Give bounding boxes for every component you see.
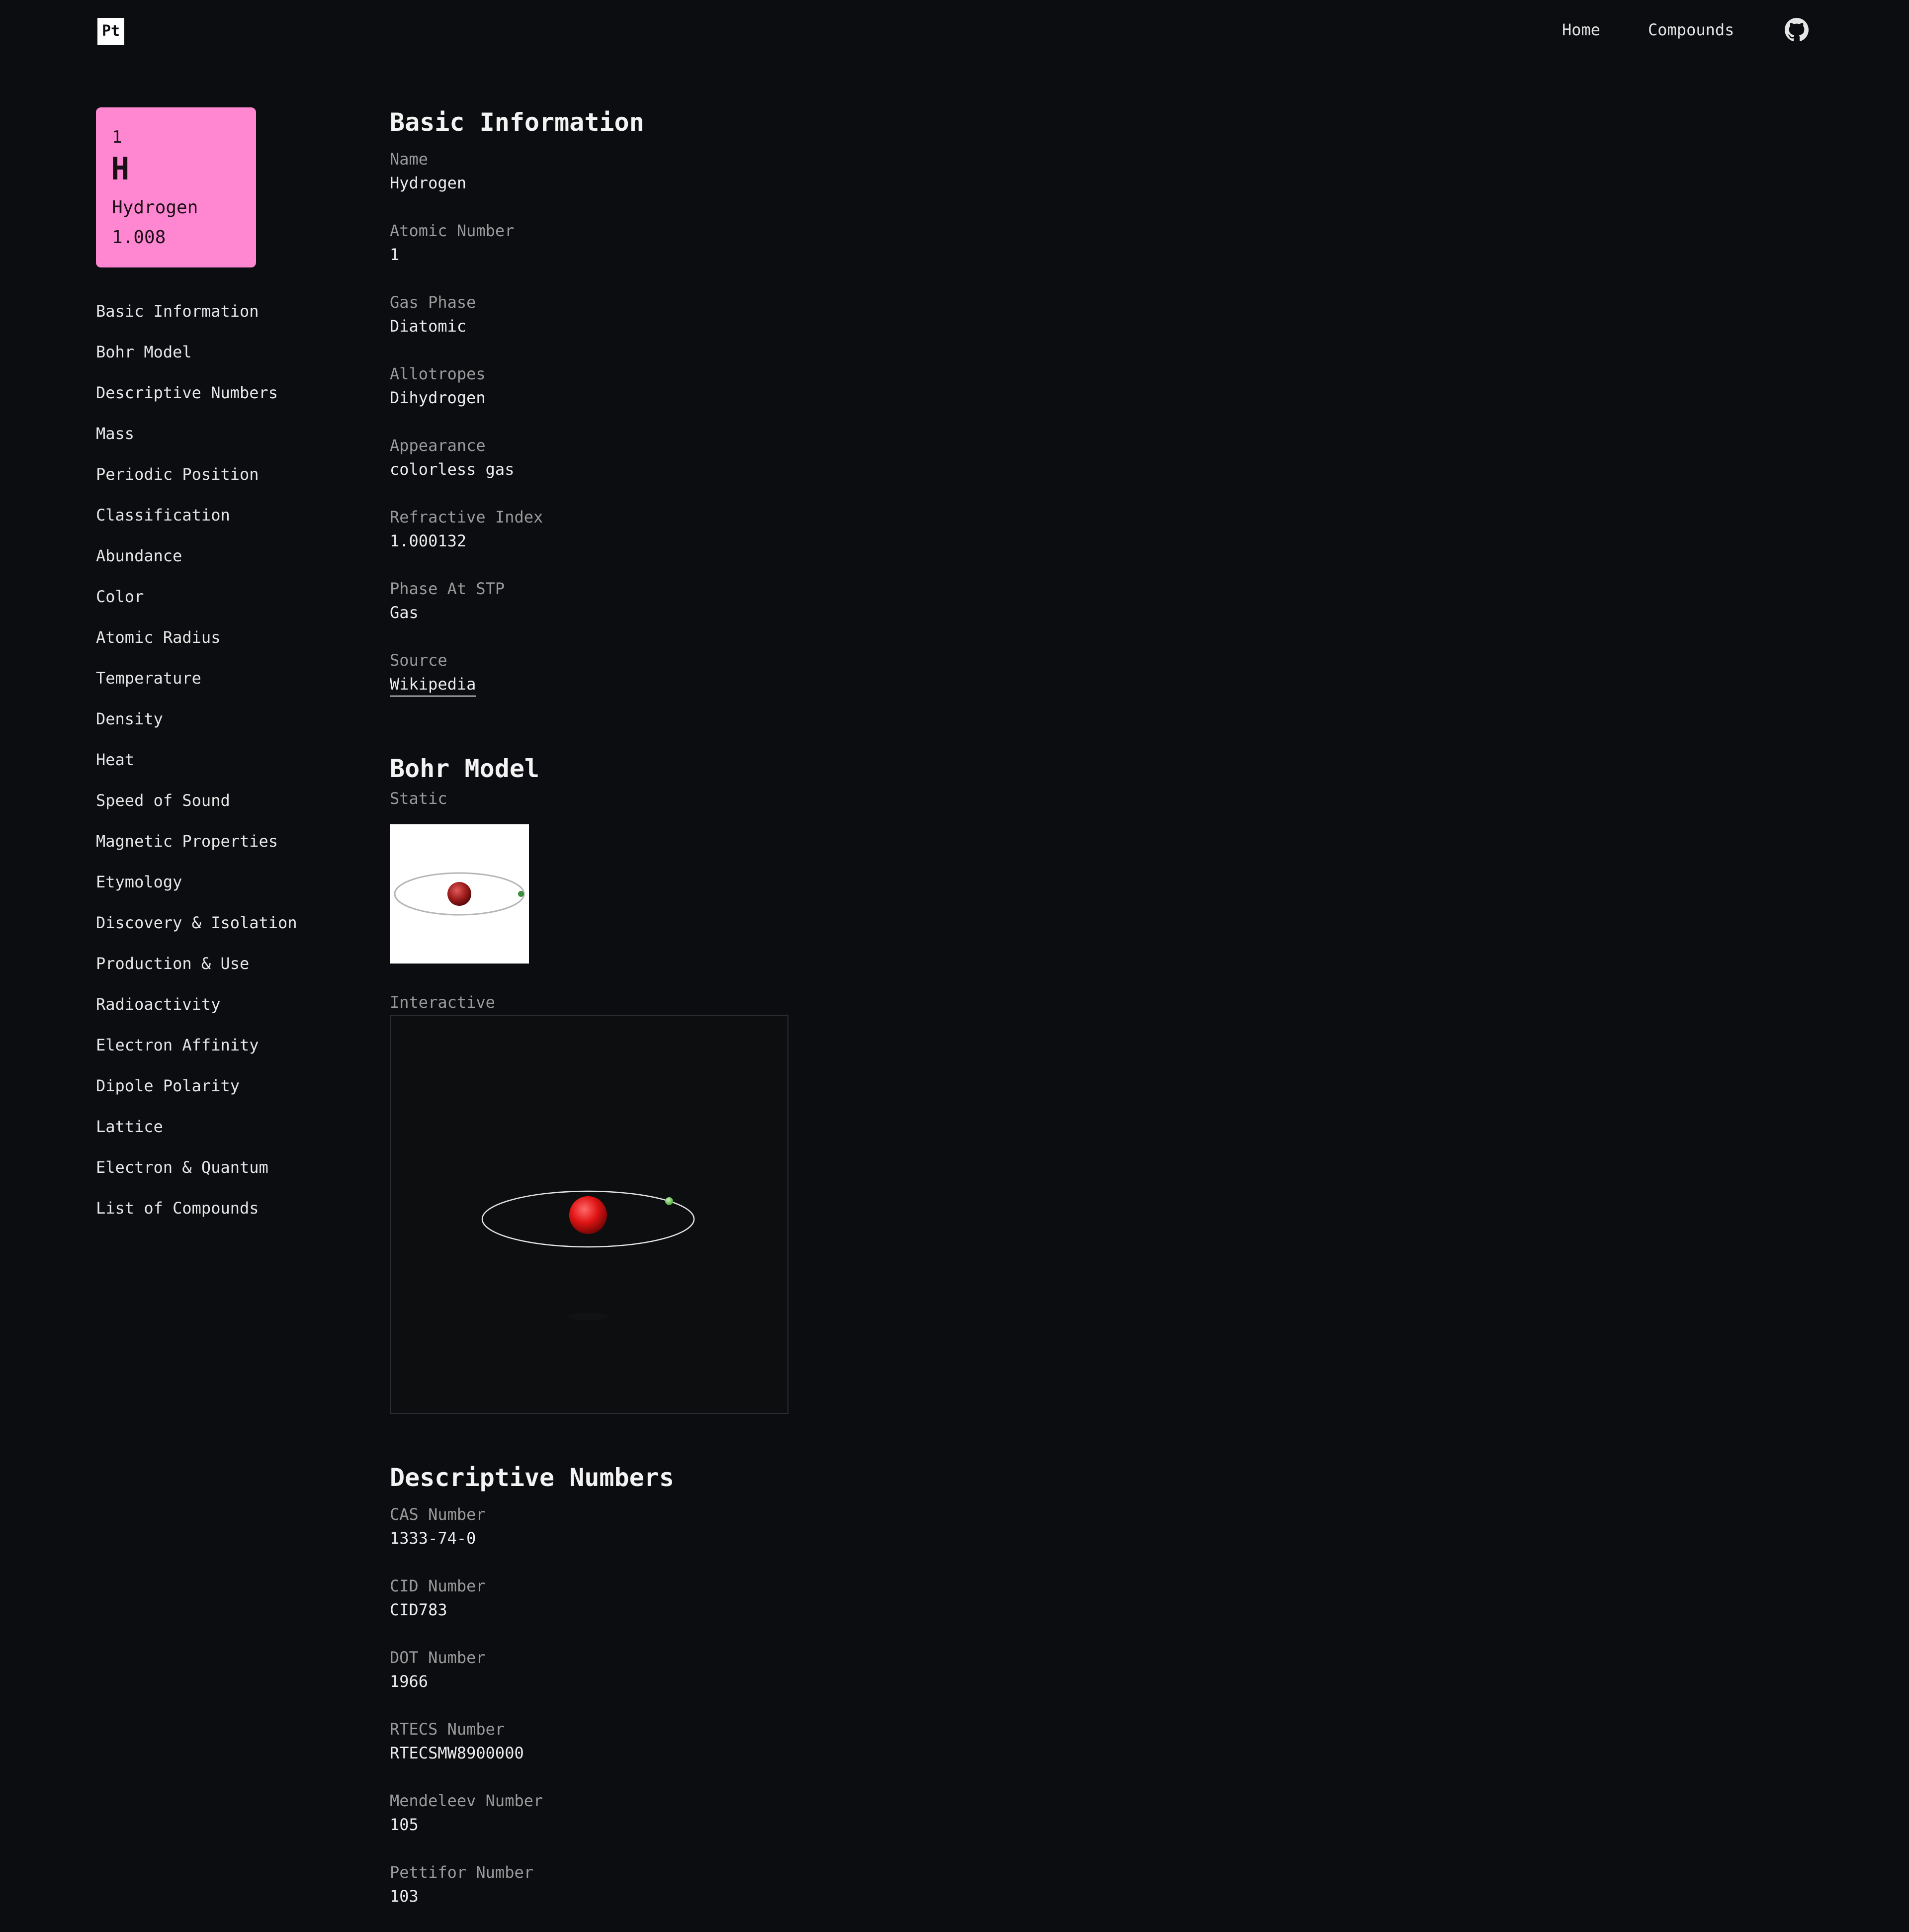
field-value: 1333-74-0 — [390, 1529, 476, 1548]
field-value: Wikipedia — [390, 672, 1782, 697]
field-label: Source — [390, 651, 447, 670]
sidebar-item-descriptive-numbers[interactable]: Descriptive Numbers — [96, 379, 374, 420]
field-value: 103 — [390, 1887, 419, 1906]
section-title: Descriptive Numbers — [390, 1463, 674, 1492]
field-gas-phase: Gas Phase Diatomic — [390, 290, 1782, 362]
field-value: 1.000132 — [390, 531, 467, 550]
field-cas-number: CAS Number 1333-74-0 — [390, 1502, 674, 1574]
element-tile: 1 H Hydrogen 1.008 — [96, 107, 256, 267]
wikipedia-link[interactable]: Wikipedia — [390, 675, 476, 697]
sidebar-item-lattice[interactable]: Lattice — [96, 1113, 374, 1153]
field-name: Name Hydrogen — [390, 147, 1782, 219]
field-label: Gas Phase — [390, 293, 476, 312]
field-label: Atomic Number — [390, 221, 515, 240]
field-label: DOT Number — [390, 1648, 486, 1667]
field-source: Source Wikipedia — [390, 648, 1782, 720]
sidebar-item-mass[interactable]: Mass — [96, 420, 374, 460]
field-label: CID Number — [390, 1577, 486, 1595]
element-atomic-number: 1 — [112, 127, 122, 147]
field-value: Gas — [390, 603, 419, 622]
field-value: Diatomic — [390, 317, 467, 336]
sidebar-item-speed-of-sound[interactable]: Speed of Sound — [96, 787, 374, 827]
field-label: RTECS Number — [390, 1720, 505, 1739]
field-cid-number: CID Number CID783 — [390, 1574, 674, 1646]
field-mendeleev-number: Mendeleev Number 105 — [390, 1789, 674, 1860]
sidebar-item-density[interactable]: Density — [96, 705, 374, 746]
field-dot-number: DOT Number 1966 — [390, 1646, 674, 1717]
field-label: Appearance — [390, 436, 486, 455]
field-label: Mendeleev Number — [390, 1791, 543, 1810]
nav-home-link[interactable]: Home — [1562, 18, 1600, 42]
sidebar-item-dipole-polarity[interactable]: Dipole Polarity — [96, 1072, 374, 1113]
sidebar-item-radioactivity[interactable]: Radioactivity — [96, 990, 374, 1031]
field-rtecs-number: RTECS Number RTECSMW8900000 — [390, 1717, 674, 1789]
field-appearance: Appearance colorless gas — [390, 434, 1782, 505]
sidebar-item-etymology[interactable]: Etymology — [96, 868, 374, 909]
sidebar-item-abundance[interactable]: Abundance — [96, 542, 374, 583]
sidebar-item-basic-information[interactable]: Basic Information — [96, 297, 374, 338]
section-title: Bohr Model — [390, 754, 540, 783]
field-label: Name — [390, 150, 429, 169]
logo[interactable]: Pt — [97, 18, 124, 45]
top-navigation-bar: Pt Home Compounds — [0, 0, 1909, 60]
element-symbol: H — [111, 151, 130, 187]
sidebar-item-heat[interactable]: Heat — [96, 746, 374, 787]
sidebar-item-electron-quantum[interactable]: Electron & Quantum — [96, 1153, 374, 1194]
field-value: Hydrogen — [390, 174, 467, 192]
sidebar-navigation: Basic Information Bohr Model Descriptive… — [96, 297, 374, 1235]
sidebar-item-list-of-compounds[interactable]: List of Compounds — [96, 1194, 374, 1235]
field-pettifor-number: Pettifor Number 103 — [390, 1860, 674, 1932]
sidebar-item-temperature[interactable]: Temperature — [96, 664, 374, 705]
field-label: Allotropes — [390, 364, 486, 383]
field-label: Refractive Index — [390, 508, 543, 527]
sidebar-item-electron-affinity[interactable]: Electron Affinity — [96, 1031, 374, 1072]
field-value: 105 — [390, 1815, 419, 1834]
static-bohr-model-image — [390, 824, 529, 964]
sidebar-item-periodic-position[interactable]: Periodic Position — [96, 460, 374, 501]
field-refractive-index: Refractive Index 1.000132 — [390, 505, 1782, 577]
descriptive-numbers-section: Descriptive Numbers CAS Number 1333-74-0… — [390, 1460, 674, 1932]
interactive-label: Interactive — [390, 993, 495, 1012]
field-phase-at-stp: Phase At STP Gas — [390, 577, 1782, 648]
bohr-model-section: Bohr Model Static — [390, 751, 540, 964]
field-value: colorless gas — [390, 460, 515, 479]
field-label: Phase At STP — [390, 579, 505, 598]
field-value: Dihydrogen — [390, 388, 486, 407]
sidebar-item-discovery-isolation[interactable]: Discovery & Isolation — [96, 909, 374, 950]
field-allotropes: Allotropes Dihydrogen — [390, 362, 1782, 434]
field-value: 1966 — [390, 1672, 429, 1691]
sidebar-item-color[interactable]: Color — [96, 583, 374, 623]
element-name: Hydrogen — [112, 197, 198, 218]
field-value: 1 — [390, 245, 400, 264]
sidebar-item-atomic-radius[interactable]: Atomic Radius — [96, 623, 374, 664]
section-title: Basic Information — [390, 108, 644, 137]
field-label: Pettifor Number — [390, 1863, 533, 1882]
sidebar-item-production-use[interactable]: Production & Use — [96, 950, 374, 990]
static-label: Static — [390, 789, 447, 808]
interactive-bohr-model-canvas[interactable] — [390, 1015, 788, 1414]
sidebar-item-magnetic-properties[interactable]: Magnetic Properties — [96, 827, 374, 868]
nav-compounds-link[interactable]: Compounds — [1648, 18, 1734, 42]
basic-information-section: Basic Information Name Hydrogen Atomic N… — [390, 104, 1782, 720]
github-icon[interactable] — [1785, 18, 1809, 42]
field-value: RTECSMW8900000 — [390, 1744, 524, 1762]
field-value: CID783 — [390, 1600, 447, 1619]
element-mass: 1.008 — [112, 227, 166, 248]
interactive-bohr-model-graphic — [481, 1190, 695, 1320]
sidebar-item-bohr-model[interactable]: Bohr Model — [96, 338, 374, 379]
field-label: CAS Number — [390, 1505, 486, 1524]
field-atomic-number: Atomic Number 1 — [390, 219, 1782, 290]
sidebar-item-classification[interactable]: Classification — [96, 501, 374, 542]
